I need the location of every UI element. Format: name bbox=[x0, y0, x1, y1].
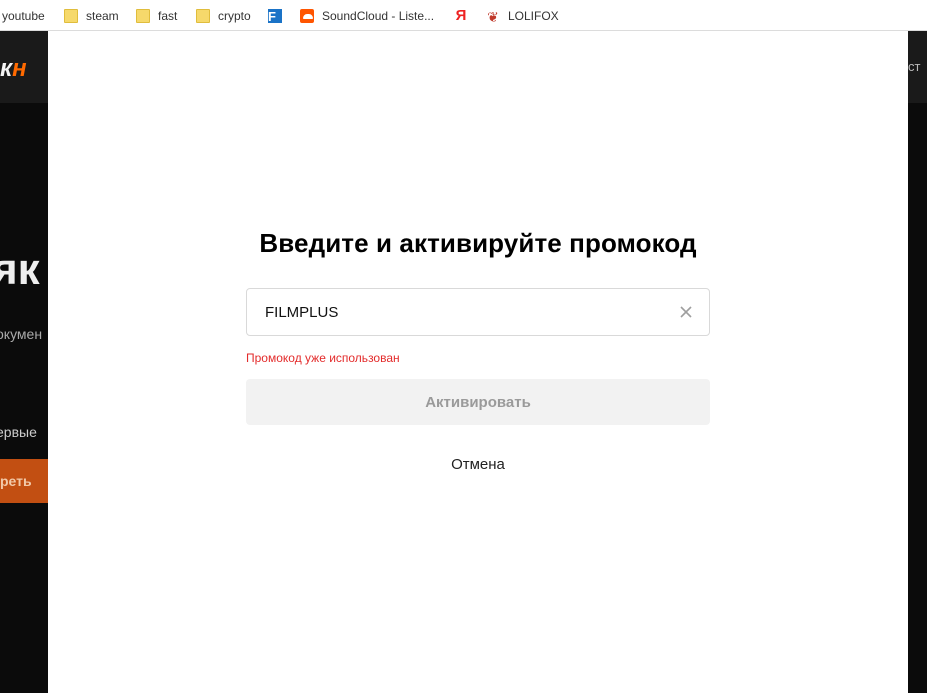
yandex-icon: Я bbox=[455, 7, 467, 24]
bookmark-yandex[interactable]: Я bbox=[454, 0, 482, 31]
bookmark-lolifox[interactable]: ❦ LOLIFOX bbox=[486, 0, 559, 31]
bookmark-label: LOLIFOX bbox=[508, 8, 559, 23]
cancel-button[interactable]: Отмена bbox=[378, 451, 578, 477]
background-header-right: ст bbox=[908, 59, 921, 74]
bookmarks-bar: youtube steam fast crypto F SoundCloud -… bbox=[0, 0, 927, 31]
error-message: Промокод уже использован bbox=[246, 351, 400, 365]
bookmark-fast[interactable]: fast bbox=[136, 0, 177, 31]
promo-modal: Введите и активируйте промокод Промокод … bbox=[48, 31, 908, 693]
background-subtext-2: ервые bbox=[0, 424, 37, 440]
bookmark-soundcloud[interactable]: SoundCloud - Liste... bbox=[300, 0, 434, 31]
folder-icon bbox=[196, 8, 210, 23]
background-right-strip: ст bbox=[908, 31, 927, 693]
bookmark-steam[interactable]: steam bbox=[64, 0, 119, 31]
promo-code-field bbox=[246, 288, 710, 336]
bookmark-label: SoundCloud - Liste... bbox=[322, 8, 435, 23]
bookmark-crypto[interactable]: crypto bbox=[196, 0, 251, 31]
folder-icon bbox=[64, 8, 78, 23]
bookmark-label: youtube bbox=[2, 8, 45, 23]
folder-icon bbox=[136, 8, 150, 23]
soundcloud-icon bbox=[300, 8, 314, 23]
bookmark-label: steam bbox=[86, 8, 119, 23]
f-app-icon: F bbox=[268, 8, 282, 24]
activate-button[interactable]: Активировать bbox=[246, 379, 710, 425]
bookmark-f-app[interactable]: F bbox=[268, 0, 290, 31]
background-watch-button: реть bbox=[0, 459, 48, 503]
modal-title: Введите и активируйте промокод bbox=[259, 228, 697, 258]
lolifox-icon: ❦ bbox=[487, 8, 499, 25]
promo-code-input[interactable] bbox=[247, 289, 667, 335]
bookmark-label: crypto bbox=[218, 8, 251, 23]
bookmark-youtube[interactable]: youtube bbox=[2, 0, 45, 31]
site-logo: кн bbox=[0, 55, 27, 82]
clear-icon[interactable] bbox=[677, 303, 695, 321]
bookmark-label: fast bbox=[158, 8, 178, 23]
background-subtext: окумен bbox=[0, 326, 43, 342]
background-headline: як bbox=[0, 245, 40, 294]
